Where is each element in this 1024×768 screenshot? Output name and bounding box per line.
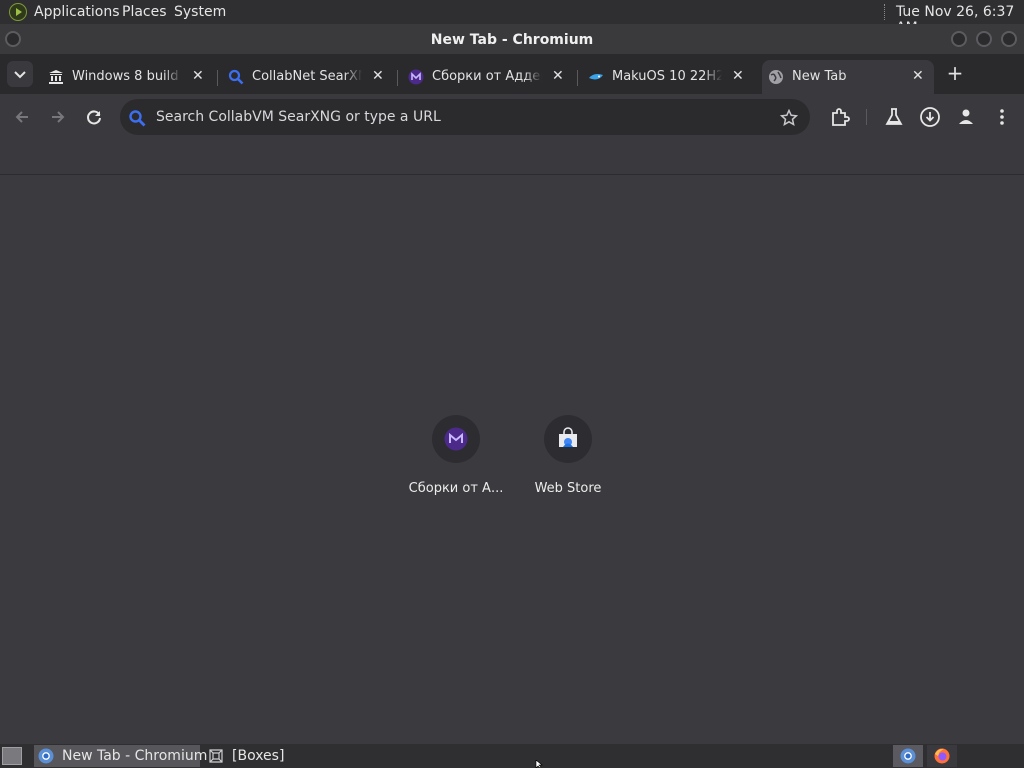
- kebab-menu-icon: [1000, 109, 1004, 125]
- close-tab-icon[interactable]: ✕: [192, 68, 204, 84]
- toolbar-separator: [866, 109, 867, 125]
- boxes-icon: [209, 749, 223, 763]
- forward-button[interactable]: [46, 105, 70, 129]
- downloads-button[interactable]: [918, 105, 942, 129]
- show-desktop-icon[interactable]: [2, 747, 22, 765]
- search-icon: [228, 69, 244, 85]
- webstore-icon: [559, 427, 577, 447]
- back-button[interactable]: [10, 105, 34, 129]
- shortcut-tile-sborki[interactable]: Сборки от А...: [396, 415, 516, 505]
- applications-logo-icon[interactable]: [9, 3, 27, 21]
- shortcut-label: Web Store: [534, 481, 602, 496]
- extensions-button[interactable]: [828, 105, 852, 129]
- taskbar-item-label: [Boxes]: [232, 748, 285, 764]
- panel-handle: [884, 4, 888, 20]
- new-tab-page: Сборки от А... Web Store: [0, 175, 1024, 744]
- labs-button[interactable]: [882, 105, 906, 129]
- shortcut-label: Сборки от А...: [408, 481, 504, 496]
- window-title: New Tab - Chromium: [430, 32, 594, 48]
- tray-chromium-launcher[interactable]: [893, 745, 923, 767]
- person-icon: [959, 109, 973, 124]
- tab-separator: [397, 70, 398, 86]
- makuos-icon: [589, 74, 603, 80]
- archive-icon: [49, 70, 63, 84]
- tab-windows-8[interactable]: Windows 8 build 8 ✕: [42, 60, 212, 94]
- tab-search-button[interactable]: [7, 61, 33, 87]
- menu-applications[interactable]: Applications: [34, 4, 120, 20]
- chevron-down-icon: [14, 71, 26, 79]
- chromium-icon: [900, 748, 916, 764]
- window-title-bar: New Tab - Chromium: [0, 24, 1024, 54]
- tab-separator: [217, 70, 218, 86]
- tab-collabnet-searxng[interactable]: CollabNet SearXNG ✕: [222, 60, 392, 94]
- bottom-taskbar: New Tab - Chromium [Boxes]: [0, 744, 1024, 768]
- tab-new-tab[interactable]: New Tab ✕: [762, 60, 934, 94]
- site-icon: [444, 427, 468, 451]
- bookmark-star-icon[interactable]: [780, 109, 798, 127]
- close-tab-icon[interactable]: ✕: [732, 68, 744, 84]
- maximize-button[interactable]: [976, 31, 992, 47]
- arrow-right-icon: [52, 111, 65, 123]
- close-tab-icon[interactable]: ✕: [912, 68, 924, 84]
- close-tab-icon[interactable]: ✕: [372, 68, 384, 84]
- menu-system[interactable]: System: [174, 4, 226, 20]
- taskbar-item-label: New Tab - Chromium: [62, 748, 208, 764]
- search-icon: [129, 110, 146, 127]
- arrow-left-icon: [15, 111, 28, 123]
- menu-places[interactable]: Places: [122, 4, 167, 20]
- tab-separator: [577, 70, 578, 86]
- tray-firefox-launcher[interactable]: [927, 745, 957, 767]
- shortcut-icon-container: [432, 415, 480, 463]
- top-panel: Applications Places System Tue Nov 26, 6…: [0, 0, 1024, 36]
- taskbar-item-boxes[interactable]: [Boxes]: [204, 745, 304, 767]
- reload-button[interactable]: [82, 105, 106, 129]
- bookmark-bar: [0, 140, 1024, 175]
- shortcut-tile-web-store[interactable]: Web Store: [508, 415, 628, 505]
- omnibox-placeholder: Search CollabVM SearXNG or type a URL: [156, 109, 441, 125]
- minimize-button[interactable]: [951, 31, 967, 47]
- site-icon: [408, 69, 424, 85]
- tab-makuos[interactable]: MakuOS 10 22H2 V ✕: [582, 60, 752, 94]
- profile-button[interactable]: [954, 105, 978, 129]
- firefox-icon: [934, 748, 950, 764]
- reload-icon: [87, 110, 101, 125]
- taskbar-item-chromium[interactable]: New Tab - Chromium: [34, 745, 207, 767]
- browser-toolbar: Search CollabVM SearXNG or type a URL: [0, 94, 1024, 140]
- flask-icon: [885, 108, 903, 125]
- close-tab-icon[interactable]: ✕: [552, 68, 564, 84]
- tab-sborki[interactable]: Сборки от Аддерл ✕: [402, 60, 572, 94]
- tab-label: New Tab: [792, 69, 847, 84]
- globe-icon: [769, 70, 783, 84]
- chromium-icon: [38, 748, 54, 764]
- close-window-button[interactable]: [1001, 31, 1017, 47]
- tab-strip: Windows 8 build 8 ✕ CollabNet SearXNG ✕ …: [0, 54, 1024, 94]
- new-tab-button[interactable]: +: [945, 63, 965, 84]
- mouse-cursor-icon: [535, 760, 543, 768]
- omnibox[interactable]: Search CollabVM SearXNG or type a URL: [120, 99, 810, 135]
- download-icon: [920, 107, 940, 127]
- shortcut-icon-container: [544, 415, 592, 463]
- puzzle-icon: [832, 108, 850, 126]
- menu-button[interactable]: [990, 105, 1014, 129]
